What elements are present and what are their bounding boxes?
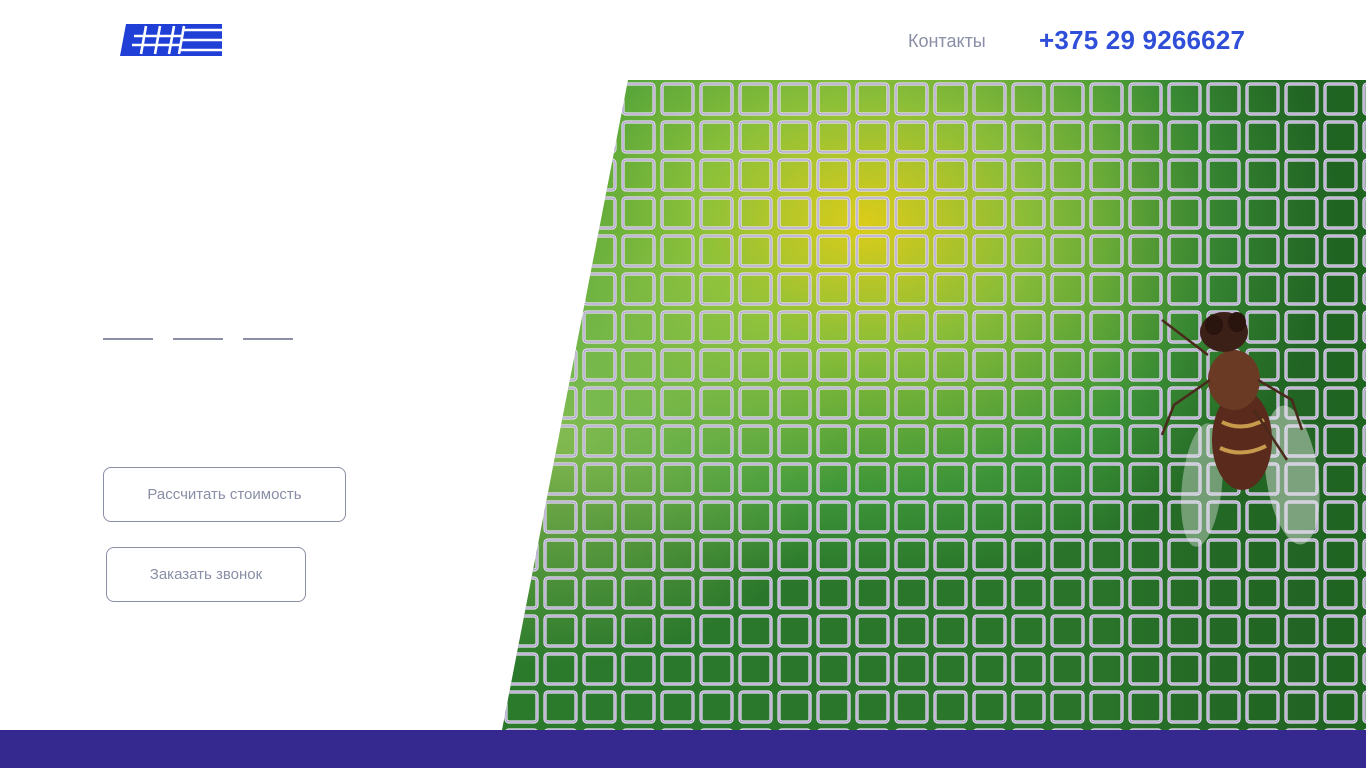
calculate-cost-button[interactable]: Рассчитать стоимость bbox=[103, 467, 346, 522]
company-logo[interactable] bbox=[120, 24, 222, 56]
landing-page: Контакты +375 29 9266627 Рассчитать стои… bbox=[0, 0, 1366, 768]
slider-dot-3[interactable] bbox=[243, 338, 293, 340]
nav-contacts-link[interactable]: Контакты bbox=[908, 31, 986, 52]
phone-link[interactable]: +375 29 9266627 bbox=[1039, 25, 1245, 56]
request-call-button[interactable]: Заказать звонок bbox=[106, 547, 306, 602]
mosquito-net-image bbox=[502, 80, 1366, 730]
slider-dot-2[interactable] bbox=[173, 338, 223, 340]
footer-band bbox=[0, 730, 1366, 768]
slider-dot-1[interactable] bbox=[103, 338, 153, 340]
